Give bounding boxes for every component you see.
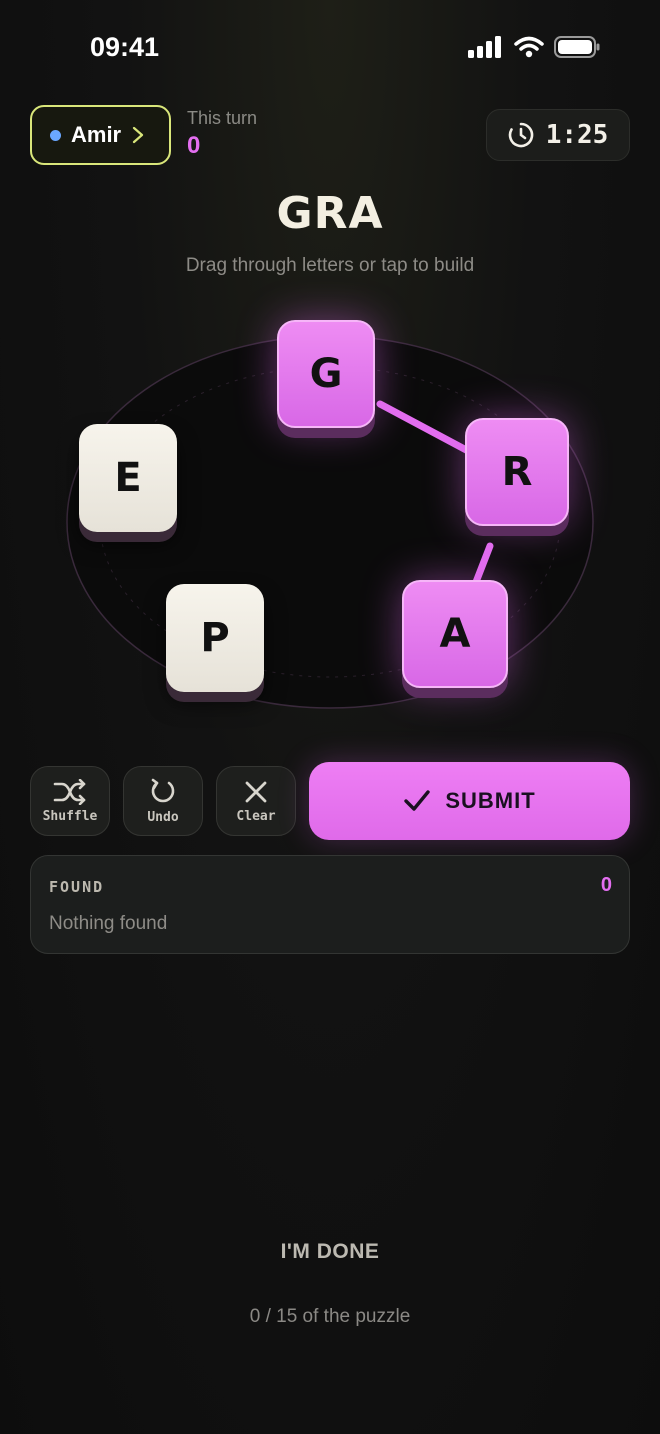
letter-board[interactable]: G R A P E: [0, 300, 660, 740]
submit-button[interactable]: SUBMIT: [309, 762, 630, 840]
letter-tile-e[interactable]: E: [79, 424, 177, 532]
tile-letter: P: [200, 615, 230, 661]
undo-button[interactable]: Undo: [123, 766, 203, 836]
undo-icon: [151, 778, 175, 802]
done-button[interactable]: I'M DONE: [230, 1230, 430, 1274]
undo-label: Undo: [147, 809, 179, 825]
current-word: GRA: [276, 188, 384, 239]
puzzle-progress: 0 / 15 of the puzzle: [249, 1306, 411, 1327]
found-title: FOUND: [49, 878, 105, 896]
check-icon: [404, 790, 431, 811]
shuffle-button[interactable]: Shuffle: [30, 766, 110, 836]
letter-tile-p[interactable]: P: [166, 584, 264, 692]
player-status-dot: [50, 129, 61, 141]
timer: 1:25: [486, 109, 630, 161]
letter-tile-r[interactable]: R: [465, 418, 569, 526]
found-empty-text: Nothing found: [49, 913, 168, 934]
status-bar: 09:41: [0, 0, 660, 96]
letter-tile-g[interactable]: G: [277, 320, 375, 428]
clear-button[interactable]: Clear: [216, 766, 296, 836]
found-panel: FOUND 0 Nothing found: [30, 855, 630, 954]
timer-value: 1:25: [545, 120, 609, 150]
wifi-icon: [514, 36, 544, 58]
player-name: Amir: [71, 122, 122, 147]
shuffle-icon: [53, 778, 86, 805]
letter-tile-a[interactable]: A: [402, 580, 508, 688]
player-chip[interactable]: Amir: [30, 105, 171, 165]
battery-icon: [554, 36, 600, 58]
clear-label: Clear: [236, 808, 276, 824]
tile-letter: G: [309, 351, 343, 397]
turn-score: 0: [187, 132, 201, 159]
timer-icon: [508, 122, 533, 148]
submit-label: SUBMIT: [445, 788, 536, 813]
tile-letter: R: [501, 449, 533, 495]
signal-icon: [468, 36, 501, 58]
found-count: 0: [600, 874, 612, 896]
close-icon: [245, 781, 267, 802]
turn-label: This turn: [187, 108, 258, 128]
shuffle-label: Shuffle: [42, 808, 98, 824]
tile-letter: A: [439, 611, 471, 657]
hint-text: Drag through letters or tap to build: [185, 255, 475, 276]
tile-letter: E: [114, 455, 142, 501]
chevron-right-icon: [133, 126, 144, 144]
status-time: 09:41: [90, 32, 160, 62]
status-icons: [468, 36, 600, 58]
